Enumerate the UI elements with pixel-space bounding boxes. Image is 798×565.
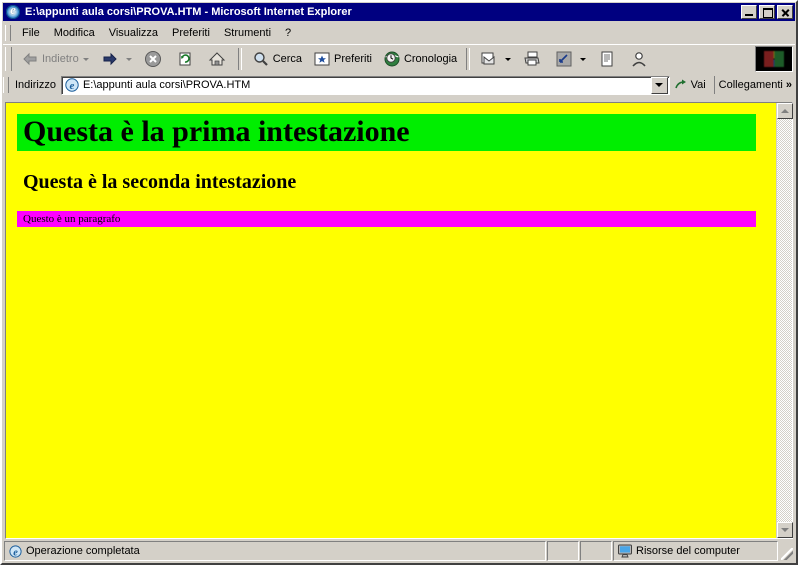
address-value: E:\appunti aula corsi\PROVA.HTM [82, 79, 251, 91]
browser-window: E:\appunti aula corsi\PROVA.HTM - Micros… [0, 0, 798, 565]
go-label: Vai [690, 79, 706, 91]
page-heading-1: Questa è la prima intestazione [17, 114, 756, 151]
refresh-icon [175, 49, 195, 69]
home-icon [207, 49, 227, 69]
links-label: Collegamenti [718, 79, 783, 91]
status-panel-1 [547, 541, 579, 561]
status-message-panel: e Operazione completata [4, 541, 546, 561]
mail-chevron-down-icon[interactable] [505, 57, 512, 61]
search-label: Cerca [272, 53, 303, 65]
maximize-button[interactable] [759, 5, 775, 19]
scroll-up-button[interactable] [777, 103, 793, 119]
discuss-button[interactable] [624, 45, 656, 73]
edit-button[interactable] [549, 45, 592, 73]
document-icon [597, 49, 617, 69]
page-button[interactable] [592, 45, 624, 73]
mail-button[interactable] [474, 45, 517, 73]
svg-text:e: e [70, 80, 75, 92]
print-button[interactable] [517, 45, 549, 73]
menu-bar: File Modifica Visualizza Preferiti Strum… [3, 23, 795, 43]
stop-button[interactable] [138, 45, 170, 73]
links-button[interactable]: Collegamenti » [713, 76, 795, 94]
status-panel-2 [580, 541, 612, 561]
security-zone-label: Risorse del computer [636, 545, 740, 557]
double-chevron-right-icon: » [785, 79, 792, 91]
mail-icon [479, 49, 499, 69]
arrow-down-icon [781, 528, 789, 532]
status-bar: e Operazione completata Risorse del comp… [4, 541, 794, 561]
web-page-body: Questa è la prima intestazione Questa è … [6, 103, 776, 538]
back-chevron-down-icon[interactable] [82, 57, 89, 61]
toolbar-separator-2 [466, 48, 471, 70]
history-clock-icon [382, 49, 402, 69]
page-heading-2: Questa è la seconda intestazione [23, 171, 297, 193]
toolbar-separator-1 [237, 48, 242, 70]
address-input[interactable]: e E:\appunti aula corsi\PROVA.HTM [60, 75, 670, 95]
search-button[interactable]: Cerca [246, 45, 307, 73]
forward-chevron-down-icon[interactable] [125, 57, 132, 61]
history-label: Cronologia [403, 53, 458, 65]
svg-text:e: e [13, 547, 18, 558]
menu-item-strumenti[interactable]: Strumenti [217, 25, 278, 42]
page-paragraph: Questo è un paragrafo [17, 211, 756, 227]
content-area: Questa è la prima intestazione Questa è … [5, 102, 793, 539]
menu-item-preferiti[interactable]: Preferiti [165, 25, 217, 42]
title-bar[interactable]: E:\appunti aula corsi\PROVA.HTM - Micros… [3, 2, 795, 21]
window-title: E:\appunti aula corsi\PROVA.HTM - Micros… [25, 6, 352, 18]
menu-item-file[interactable]: File [15, 25, 47, 42]
security-zone-panel: Risorse del computer [613, 541, 778, 561]
address-label: Indirizzo [15, 79, 56, 91]
refresh-button[interactable] [170, 45, 202, 73]
window-controls [741, 5, 794, 19]
forward-arrow-icon [100, 49, 120, 69]
menu-item-help[interactable]: ? [278, 25, 298, 42]
back-label: Indietro [42, 53, 79, 65]
forward-button[interactable] [95, 45, 138, 73]
chevron-down-icon [655, 83, 664, 87]
resize-grip[interactable] [778, 541, 794, 561]
favorites-button[interactable]: Preferiti [307, 45, 377, 73]
menu-item-visualizza[interactable]: Visualizza [102, 25, 165, 42]
go-button[interactable]: Vai [670, 77, 712, 93]
favorites-label: Preferiti [334, 53, 372, 65]
vertical-scrollbar[interactable] [776, 103, 793, 538]
main-toolbar: Indietro Cerca Preferiti Cronologia [3, 44, 795, 73]
stop-icon [143, 49, 163, 69]
history-button[interactable]: Cronologia [377, 45, 462, 73]
menu-drag-handle[interactable] [5, 25, 11, 41]
address-dropdown-button[interactable] [650, 76, 668, 94]
toolbar-drag-handle[interactable] [5, 47, 12, 71]
back-arrow-icon [20, 49, 40, 69]
ie-globe-icon [5, 2, 21, 19]
back-button[interactable]: Indietro [15, 45, 95, 73]
edit-chevron-down-icon[interactable] [580, 57, 587, 61]
status-ie-icon: e [8, 544, 23, 559]
edit-page-icon [554, 49, 574, 69]
address-drag-handle[interactable] [3, 77, 9, 93]
page-ie-icon: e [64, 77, 80, 93]
arrow-up-icon [781, 109, 789, 113]
home-button[interactable] [202, 45, 234, 73]
star-icon [312, 49, 332, 69]
status-message: Operazione completata [26, 545, 140, 557]
monitor-icon [617, 544, 633, 558]
minimize-button[interactable] [741, 5, 757, 19]
menu-item-modifica[interactable]: Modifica [47, 25, 102, 42]
ie-animation-logo[interactable] [755, 46, 793, 72]
close-button[interactable] [777, 5, 793, 19]
go-arrow-icon [673, 77, 689, 93]
printer-icon [522, 49, 542, 69]
address-bar: Indirizzo e E:\appunti aula corsi\PROVA.… [3, 73, 795, 96]
person-icon [629, 49, 649, 69]
scroll-down-button[interactable] [777, 522, 793, 538]
search-icon [251, 49, 271, 69]
